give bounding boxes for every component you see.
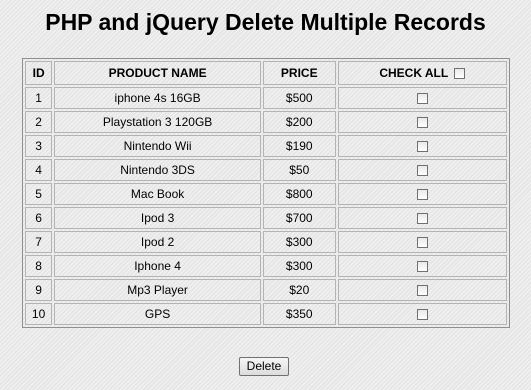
column-header-check-all: CHECK ALL	[337, 61, 507, 85]
row-check-cell	[337, 207, 507, 229]
records-table: ID PRODUCT NAME PRICE CHECK ALL 1 iphone…	[22, 58, 510, 328]
row-price: $20	[262, 279, 336, 301]
check-all-label: CHECK ALL	[379, 66, 449, 81]
row-id: 8	[25, 255, 53, 277]
row-id: 1	[25, 87, 53, 109]
row-check-cell	[337, 255, 507, 277]
row-checkbox[interactable]	[416, 237, 428, 249]
column-header-product-name: PRODUCT NAME	[54, 61, 261, 85]
delete-button[interactable]: Delete	[239, 357, 289, 376]
row-checkbox[interactable]	[416, 165, 428, 177]
row-product-name: Iphone 4	[54, 255, 261, 277]
row-product-name: Nintendo Wii	[54, 135, 261, 157]
row-id: 7	[25, 231, 53, 253]
row-check-cell	[337, 303, 507, 325]
row-check-cell	[337, 87, 507, 109]
row-price: $300	[262, 231, 336, 253]
table-row: 2 Playstation 3 120GB $200	[25, 111, 507, 133]
table-row: 10 GPS $350	[25, 303, 507, 325]
row-product-name: Mp3 Player	[54, 279, 261, 301]
row-product-name: GPS	[54, 303, 261, 325]
row-product-name: Ipod 2	[54, 231, 261, 253]
row-id: 2	[25, 111, 53, 133]
row-id: 6	[25, 207, 53, 229]
table-row: 3 Nintendo Wii $190	[25, 135, 507, 157]
row-checkbox[interactable]	[416, 309, 428, 321]
row-checkbox[interactable]	[416, 141, 428, 153]
row-check-cell	[337, 231, 507, 253]
check-all-checkbox[interactable]	[454, 67, 466, 79]
table-row: 9 Mp3 Player $20	[25, 279, 507, 301]
row-price: $500	[262, 87, 336, 109]
row-price: $50	[262, 159, 336, 181]
row-checkbox[interactable]	[416, 213, 428, 225]
row-price: $800	[262, 183, 336, 205]
row-check-cell	[337, 135, 507, 157]
row-id: 3	[25, 135, 53, 157]
row-product-name: iphone 4s 16GB	[54, 87, 261, 109]
row-id: 10	[25, 303, 53, 325]
table-row: 5 Mac Book $800	[25, 183, 507, 205]
column-header-price: PRICE	[262, 61, 336, 85]
row-id: 9	[25, 279, 53, 301]
row-product-name: Nintendo 3DS	[54, 159, 261, 181]
table-header-row: ID PRODUCT NAME PRICE CHECK ALL	[25, 61, 507, 85]
table-row: 8 Iphone 4 $300	[25, 255, 507, 277]
page-title: PHP and jQuery Delete Multiple Records	[45, 9, 486, 35]
row-checkbox[interactable]	[416, 189, 428, 201]
row-price: $350	[262, 303, 336, 325]
table-row: 4 Nintendo 3DS $50	[25, 159, 507, 181]
column-header-id: ID	[25, 61, 53, 85]
row-product-name: Ipod 3	[54, 207, 261, 229]
row-check-cell	[337, 279, 507, 301]
row-check-cell	[337, 159, 507, 181]
row-price: $700	[262, 207, 336, 229]
row-id: 4	[25, 159, 53, 181]
table-row: 1 iphone 4s 16GB $500	[25, 87, 507, 109]
table-row: 6 Ipod 3 $700	[25, 207, 507, 229]
row-price: $200	[262, 111, 336, 133]
table-row: 7 Ipod 2 $300	[25, 231, 507, 253]
row-price: $190	[262, 135, 336, 157]
row-id: 5	[25, 183, 53, 205]
row-price: $300	[262, 255, 336, 277]
row-check-cell	[337, 183, 507, 205]
row-check-cell	[337, 111, 507, 133]
row-product-name: Playstation 3 120GB	[54, 111, 261, 133]
row-checkbox[interactable]	[416, 261, 428, 273]
row-checkbox[interactable]	[416, 117, 428, 129]
row-checkbox[interactable]	[416, 285, 428, 297]
row-checkbox[interactable]	[416, 93, 428, 105]
row-product-name: Mac Book	[54, 183, 261, 205]
